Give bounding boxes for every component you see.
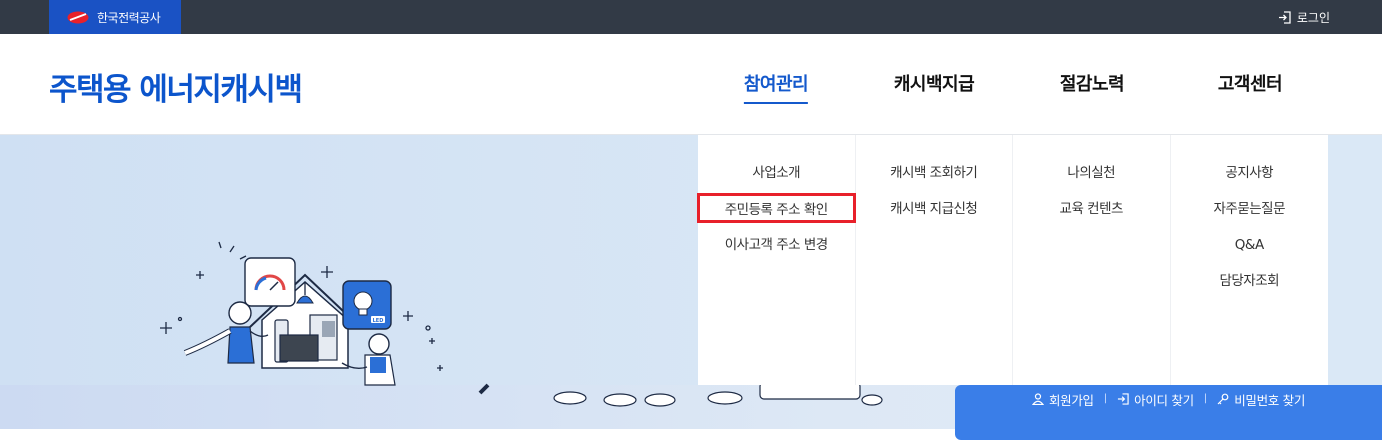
nav-saving-effort[interactable]: 절감노력 [1060, 70, 1125, 96]
find-id-label: 아이디 찾기 [1134, 392, 1194, 408]
login-icon [1278, 10, 1291, 24]
menu-faq[interactable]: 자주묻는질문 [1171, 193, 1329, 229]
nav-participation[interactable]: 참여관리 [743, 70, 809, 104]
login-label: 로그인 [1296, 10, 1330, 25]
mega-col-saving: 나의실천 교육 컨텐츠 [1013, 135, 1171, 385]
login-icon [1118, 393, 1129, 405]
kepco-home-link[interactable]: 한국전력공사 [49, 0, 181, 34]
key-icon [1217, 393, 1229, 405]
menu-education-content[interactable]: 교육 컨텐츠 [1013, 193, 1170, 229]
find-password-link[interactable]: 비밀번호 찾기 [1217, 388, 1305, 410]
led-label: LED [373, 318, 384, 324]
top-utility-bar: 한국전력공사 로그인 [0, 0, 1382, 34]
menu-qna[interactable]: Q&A [1171, 229, 1329, 265]
site-title[interactable]: 주택용 에너지캐시백 [49, 64, 303, 109]
login-link[interactable]: 로그인 [1278, 0, 1330, 34]
find-password-label: 비밀번호 찾기 [1234, 392, 1306, 408]
mega-menu-dropdown: 사업소개 주민등록 주소 확인 이사고객 주소 변경 캐시백 조회하기 캐시백 … [697, 135, 1329, 385]
menu-business-intro[interactable]: 사업소개 [698, 157, 855, 193]
nav-cashback-payment[interactable]: 캐시백지급 [894, 70, 975, 96]
main-navigation: 참여관리 캐시백지급 절감노력 고객센터 [700, 70, 1340, 110]
signup-link[interactable]: 회원가입 [1031, 388, 1094, 410]
mega-col-participation: 사업소개 주민등록 주소 확인 이사고객 주소 변경 [697, 135, 856, 385]
org-name: 한국전력공사 [97, 10, 161, 25]
person-icon [1031, 393, 1044, 405]
separator: | [1203, 393, 1208, 404]
menu-my-practice[interactable]: 나의실천 [1013, 157, 1170, 193]
menu-staff-lookup[interactable]: 담당자조회 [1171, 265, 1329, 301]
menu-cashback-lookup[interactable]: 캐시백 조회하기 [856, 157, 1013, 193]
nav-customer-center[interactable]: 고객센터 [1218, 70, 1283, 96]
smart-home-illustration: LED [160, 241, 676, 407]
signup-label: 회원가입 [1048, 392, 1094, 408]
mega-col-cashback: 캐시백 조회하기 캐시백 지급신청 [856, 135, 1013, 385]
find-id-link[interactable]: 아이디 찾기 [1117, 388, 1194, 410]
mega-col-customer: 공지사항 자주묻는질문 Q&A 담당자조회 [1171, 135, 1329, 385]
kepco-logo-icon [67, 11, 89, 23]
menu-notice[interactable]: 공지사항 [1171, 157, 1329, 193]
menu-resident-address-check[interactable]: 주민등록 주소 확인 [697, 193, 856, 223]
separator: | [1103, 393, 1108, 404]
menu-cashback-request[interactable]: 캐시백 지급신청 [856, 193, 1013, 229]
member-links-box: 회원가입 | 아이디 찾기 | 비밀번호 찾기 [955, 385, 1382, 440]
menu-moving-address-change[interactable]: 이사고객 주소 변경 [698, 229, 855, 265]
site-header: 주택용 에너지캐시백 참여관리 캐시백지급 절감노력 고객센터 [0, 34, 1382, 135]
